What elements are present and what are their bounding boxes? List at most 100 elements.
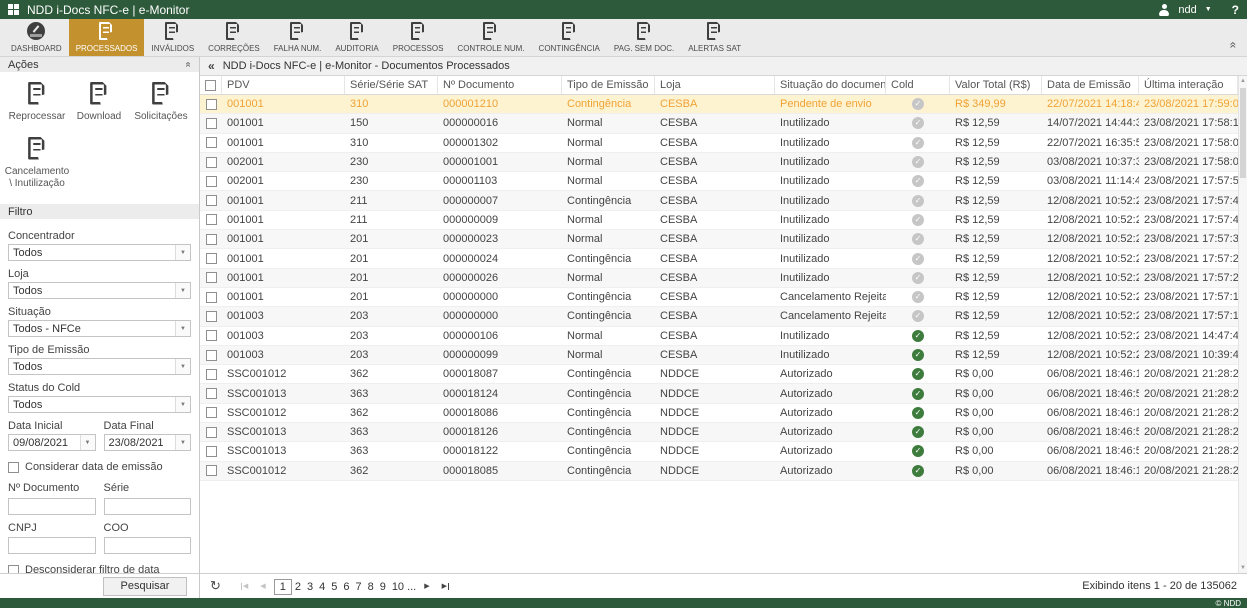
tab-pag-sem-doc[interactable]: !PAG. SEM DOC. (607, 19, 681, 56)
row-checkbox[interactable] (206, 330, 217, 341)
coo-input[interactable] (104, 537, 192, 554)
table-row[interactable]: 001001310000001302NormalCESBAInutilizado… (200, 134, 1238, 153)
column-header-loja[interactable]: Loja (655, 76, 775, 94)
page-button-4[interactable]: 4 (316, 580, 328, 594)
tab-processos[interactable]: ⚙PROCESSOS (386, 19, 451, 56)
tab-controle-num[interactable]: !CONTROLE NUM. (450, 19, 531, 56)
collapse-panel-icon[interactable]: « (183, 62, 194, 68)
loja-select[interactable]: Todos ▼ (8, 282, 191, 299)
table-row[interactable]: SSC001013363000018124ContingênciaNDDCEAu… (200, 384, 1238, 403)
column-header-tipo-de-emissao[interactable]: Tipo de Emissão (562, 76, 655, 94)
table-row[interactable]: 001001150000000016NormalCESBAInutilizado… (200, 114, 1238, 133)
serie-input[interactable] (104, 498, 192, 515)
pesquisar-button[interactable]: Pesquisar (103, 577, 187, 596)
column-header-serie-serie-sat[interactable]: Série/Série SAT (345, 76, 438, 94)
select-all-checkbox[interactable] (205, 80, 216, 91)
user-menu[interactable]: ndd (1178, 4, 1196, 16)
row-checkbox[interactable] (206, 99, 217, 110)
collapse-sidebar-icon[interactable]: « (208, 59, 215, 73)
cnpj-input[interactable] (8, 537, 96, 554)
table-row[interactable]: 001001201000000026NormalCESBAInutilizado… (200, 269, 1238, 288)
table-row[interactable]: 001001211000000009NormalCESBAInutilizado… (200, 211, 1238, 230)
page-button-10[interactable]: 10 (389, 580, 407, 594)
tab-contingencia[interactable]: ▲CONTINGÊNCIA (532, 19, 607, 56)
page-button-6[interactable]: 6 (340, 580, 352, 594)
considerar-emissao-checkbox[interactable] (8, 462, 19, 473)
download-button[interactable]: ↓Download (68, 80, 130, 123)
table-row[interactable]: 002001230000001001NormalCESBAInutilizado… (200, 153, 1238, 172)
collapse-ribbon-icon[interactable]: « (1227, 42, 1241, 49)
table-row[interactable]: SSC001012362000018087ContingênciaNDDCEAu… (200, 365, 1238, 384)
row-checkbox[interactable] (206, 195, 217, 206)
column-header-data-de-emissao[interactable]: Data de Emissão (1042, 76, 1139, 94)
tab-alertas-sat[interactable]: ⊘ALERTAS SAT (681, 19, 748, 56)
table-row[interactable]: SSC001013363000018126ContingênciaNDDCEAu… (200, 423, 1238, 442)
column-header-situacao-do-documento[interactable]: Situação do documento (775, 76, 886, 94)
last-page-button[interactable]: ▶ (438, 582, 453, 590)
concentrador-select[interactable]: Todos ▼ (8, 244, 191, 261)
help-button[interactable]: ? (1232, 3, 1239, 17)
row-checkbox[interactable] (206, 214, 217, 225)
page-button-7[interactable]: 7 (352, 580, 364, 594)
page-button-3[interactable]: 3 (304, 580, 316, 594)
tab-dashboard[interactable]: DASHBOARD (4, 19, 69, 56)
table-row[interactable]: 001001201000000023NormalCESBAInutilizado… (200, 230, 1238, 249)
row-checkbox[interactable] (206, 272, 217, 283)
row-checkbox[interactable] (206, 350, 217, 361)
tab-correcoes[interactable]: ✎CORREÇÕES (201, 19, 267, 56)
tab-processados[interactable]: ✓PROCESSADOS (69, 19, 145, 56)
scrollbar-thumb[interactable] (1240, 88, 1246, 178)
chevron-down-icon[interactable]: ▼ (1205, 6, 1212, 13)
table-row[interactable]: 001001201000000000ContingênciaCESBACance… (200, 288, 1238, 307)
table-row[interactable]: 001003203000000106NormalCESBAInutilizado… (200, 327, 1238, 346)
tab-falha-num[interactable]: −FALHA NUM. (267, 19, 329, 56)
table-row[interactable]: 001003203000000000ContingênciaCESBACance… (200, 307, 1238, 326)
page-button-9[interactable]: 9 (377, 580, 389, 594)
page-button-5[interactable]: 5 (328, 580, 340, 594)
row-checkbox[interactable] (206, 446, 217, 457)
reprocessar-button[interactable]: ↻Reprocessar (6, 80, 68, 123)
row-checkbox[interactable] (206, 388, 217, 399)
row-checkbox[interactable] (206, 465, 217, 476)
table-row[interactable]: SSC001013363000018122ContingênciaNDDCEAu… (200, 442, 1238, 461)
table-row[interactable]: 002001230000001103NormalCESBAInutilizado… (200, 172, 1238, 191)
row-checkbox[interactable] (206, 234, 217, 245)
table-row[interactable]: 001001211000000007ContingênciaCESBAInuti… (200, 191, 1238, 210)
tipo-emissao-select[interactable]: Todos ▼ (8, 358, 191, 375)
row-checkbox[interactable] (206, 253, 217, 264)
status-cold-select[interactable]: Todos ▼ (8, 396, 191, 413)
page-button-2[interactable]: 2 (292, 580, 304, 594)
scroll-down-icon[interactable]: ▼ (1239, 563, 1247, 573)
table-row[interactable]: SSC001012362000018085ContingênciaNDDCEAu… (200, 462, 1238, 481)
table-row[interactable]: 001001310000001210ContingênciaCESBAPende… (200, 95, 1238, 114)
column-header-ultima-interacao[interactable]: Última interação (1139, 76, 1238, 94)
data-inicial-select[interactable]: 09/08/2021 ▼ (8, 434, 96, 451)
tab-auditoria[interactable]: iAUDITORIA (328, 19, 385, 56)
table-row[interactable]: SSC001012362000018086ContingênciaNDDCEAu… (200, 404, 1238, 423)
cancelamento-inutilizacao-button[interactable]: ✕Cancelamento \ Inutilização (6, 135, 68, 190)
first-page-button[interactable]: ◀ (237, 582, 252, 590)
row-checkbox[interactable] (206, 427, 217, 438)
row-checkbox[interactable] (206, 157, 217, 168)
row-checkbox[interactable] (206, 137, 217, 148)
page-button-8[interactable]: 8 (365, 580, 377, 594)
column-header-pdv[interactable]: PDV (222, 76, 345, 94)
column-header-valor-total-r[interactable]: Valor Total (R$) (950, 76, 1042, 94)
page-button-1[interactable]: 1 (274, 579, 292, 595)
prev-page-button[interactable]: ◀ (256, 582, 269, 590)
row-checkbox[interactable] (206, 118, 217, 129)
data-final-select[interactable]: 23/08/2021 ▼ (104, 434, 192, 451)
row-checkbox[interactable] (206, 292, 217, 303)
table-row[interactable]: 001003203000000099NormalCESBAInutilizado… (200, 346, 1238, 365)
refresh-icon[interactable]: ↻ (210, 578, 221, 594)
row-checkbox[interactable] (206, 176, 217, 187)
row-checkbox[interactable] (206, 407, 217, 418)
scroll-up-icon[interactable]: ▲ (1239, 76, 1247, 86)
num-documento-input[interactable] (8, 498, 96, 515)
situacao-select[interactable]: Todos - NFCe ▼ (8, 320, 191, 337)
vertical-scrollbar[interactable]: ▲ ▼ (1238, 76, 1247, 573)
table-row[interactable]: 001001201000000024ContingênciaCESBAInuti… (200, 249, 1238, 268)
column-header-cold[interactable]: Cold (886, 76, 950, 94)
tab-invalidos[interactable]: ✕INVÁLIDOS (144, 19, 201, 56)
next-page-button[interactable]: ▶ (420, 582, 433, 590)
